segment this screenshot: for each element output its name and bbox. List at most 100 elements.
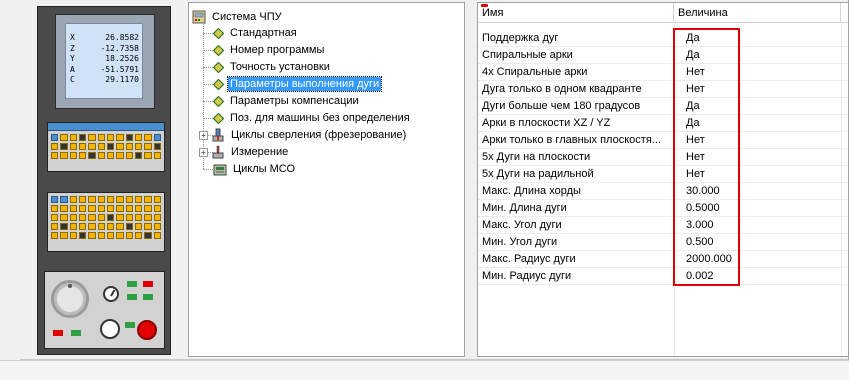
parameter-name-cell: Макс. Радиус дуги [482, 253, 576, 265]
keypad-key [153, 232, 161, 239]
red-button [53, 330, 63, 336]
keypad-key [51, 214, 59, 221]
table-row[interactable]: Мин. Длина дуги 0.5000 [478, 200, 848, 217]
keypad-key [107, 152, 115, 159]
table-row[interactable]: Макс. Длина хорды 30.000 [478, 183, 848, 200]
table-row[interactable]: Арки в плоскости XZ / YZ Да [478, 115, 848, 132]
tree-item-drilling-cycles[interactable]: + Циклы сверления (фрезерование) [199, 127, 408, 143]
keypad-key [60, 134, 68, 141]
keypad-bottom [47, 192, 165, 252]
column-header-name[interactable]: Имя [478, 3, 674, 23]
keypad-key [60, 214, 68, 221]
keypad-key [125, 152, 133, 159]
keypad-key [144, 223, 152, 230]
tree-item-compensation[interactable]: Параметры компенсации [213, 93, 361, 109]
table-row[interactable]: Мин. Угол дуги 0.500 [478, 234, 848, 251]
keypad-key [153, 205, 161, 212]
expand-icon[interactable]: + [199, 147, 208, 157]
green-button [127, 281, 137, 287]
keypad-key [69, 143, 77, 150]
parameter-name-cell: Мин. Длина дуги [482, 202, 567, 214]
keypad-key [60, 152, 68, 159]
keypad-key [88, 134, 96, 141]
parameter-name-cell: Макс. Угол дуги [482, 219, 562, 231]
tree-item-mco-cycles[interactable]: Циклы МСО [213, 161, 297, 177]
keypad-key [135, 205, 143, 212]
keypad-key [144, 214, 152, 221]
keypad-key [135, 232, 143, 239]
table-row[interactable]: 5х Дуги на плоскости Нет [478, 149, 848, 166]
keypad-key [107, 223, 115, 230]
cnc-screen-bezel: X 26.8582 Z -12.7358 Y 18.2526 A -51.5791 C2… [55, 14, 155, 109]
green-button [125, 322, 135, 328]
tree-item-arc-parameters[interactable]: Параметры выполнения дуги [213, 76, 383, 92]
tree-item-program-number[interactable]: Номер программы [213, 42, 326, 58]
keypad-key [125, 232, 133, 239]
table-row[interactable]: Макс. Радиус дуги 2000.000 [478, 251, 848, 268]
parameter-name-cell: Макс. Длина хорды [482, 185, 581, 197]
table-row[interactable]: Дуга только в одном квадранте Нет [478, 81, 848, 98]
keypad-key [135, 214, 143, 221]
table-row[interactable]: Мин. Радиус дуги 0.002 [478, 268, 848, 285]
cnc-folder-icon [192, 10, 206, 24]
keypad-key [97, 232, 105, 239]
keypad-key [153, 143, 161, 150]
tree-item-standard[interactable]: Стандартная [213, 25, 299, 41]
diamond-icon [213, 112, 224, 124]
emergency-stop-button [137, 320, 157, 340]
key-grid-bottom [48, 193, 164, 242]
keypad-key [144, 232, 152, 239]
table-row[interactable]: Арки только в главных плоскостя... Нет [478, 132, 848, 149]
coord-row-a: A -51.5791 [70, 64, 139, 74]
table-row[interactable]: Дуги больше чем 180 градусов Да [478, 98, 848, 115]
column-header-value[interactable]: Величина [674, 3, 841, 23]
tree-item-setup-accuracy[interactable]: Точность установки [213, 59, 332, 75]
table-header: Имя Величина [478, 3, 848, 23]
keypad-key [79, 143, 87, 150]
keypad-key [125, 143, 133, 150]
keypad-key [144, 134, 152, 141]
keypad-key [107, 232, 115, 239]
keypad-key [69, 205, 77, 212]
keypad-key [51, 152, 59, 159]
expand-icon[interactable]: + [199, 130, 208, 140]
table-row[interactable]: Макс. Угол дуги 3.000 [478, 217, 848, 234]
table-row[interactable]: 5х Дуги на радильной Нет [478, 166, 848, 183]
keypad-key [79, 223, 87, 230]
keypad-key [88, 223, 96, 230]
parameter-name-cell: Дуги больше чем 180 градусов [482, 100, 641, 112]
keypad-key [88, 143, 96, 150]
parameter-name-cell: Арки в плоскости XZ / YZ [482, 117, 611, 129]
keypad-key [97, 205, 105, 212]
parameter-name-cell: Дуга только в одном квадранте [482, 83, 642, 95]
parameter-name-cell: Мин. Угол дуги [482, 236, 558, 248]
table-row[interactable]: Спиральные арки Да [478, 47, 848, 64]
keypad-key [88, 232, 96, 239]
tree-item-measurement[interactable]: + Измерение [199, 144, 290, 160]
keypad-key [153, 152, 161, 159]
key-grid-top [48, 131, 164, 162]
tree-item-machine-position[interactable]: Поз. для машины без определения [213, 110, 412, 126]
tree-root-cnc[interactable]: Система ЧПУ [192, 9, 284, 25]
keypad-key [153, 134, 161, 141]
diamond-icon [213, 95, 224, 107]
keypad-key [88, 196, 96, 203]
diamond-icon [213, 61, 224, 73]
keypad-key [144, 143, 152, 150]
keypad-key [116, 152, 124, 159]
keypad-key [116, 134, 124, 141]
coord-row-x: X 26.8582 [70, 33, 139, 42]
keypad-key [107, 196, 115, 203]
red-button [143, 281, 153, 287]
status-bar [0, 360, 849, 380]
keypad-key [97, 143, 105, 150]
control-area [44, 271, 165, 349]
keypad-key [69, 134, 77, 141]
keypad-key [107, 143, 115, 150]
keypad-key [69, 232, 77, 239]
table-row[interactable]: 4х Спиральные арки Нет [478, 64, 848, 81]
keypad-key [153, 214, 161, 221]
table-row[interactable]: Поддержка дуг Да [478, 30, 848, 47]
keypad-key [144, 196, 152, 203]
green-button [143, 294, 153, 300]
